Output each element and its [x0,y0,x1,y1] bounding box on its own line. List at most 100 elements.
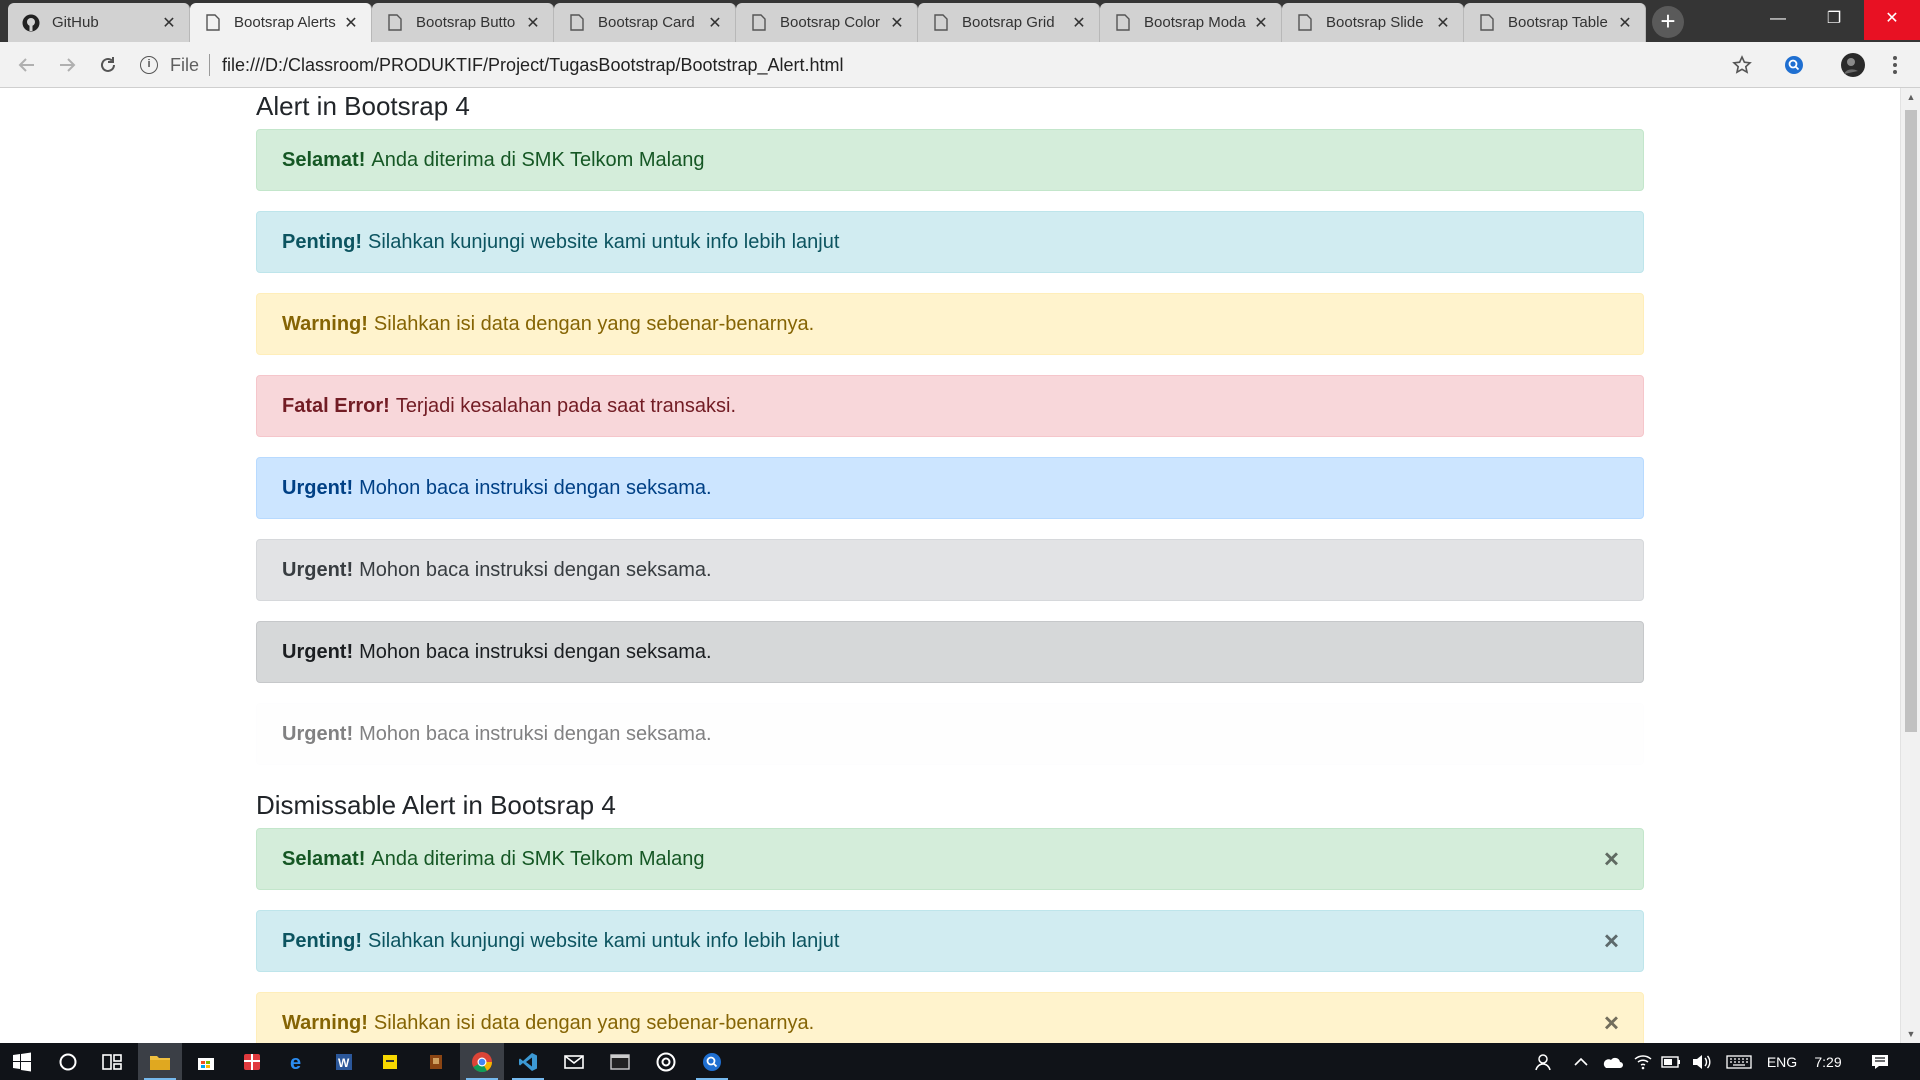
alert-strong: Warning! [282,1011,368,1034]
url-text[interactable]: file:///D:/Classroom/PRODUKTIF/Project/T… [222,55,844,76]
svg-text:e: e [290,1052,301,1072]
file-explorer-icon[interactable] [138,1043,182,1080]
minimize-button[interactable]: — [1750,0,1806,40]
scroll-up-icon[interactable]: ▲ [1901,88,1920,106]
gift-icon[interactable] [230,1043,274,1080]
alert-light: Urgent! Mohon baca instruksi dengan seks… [256,703,1644,765]
notification-icon[interactable] [1860,1043,1900,1080]
start-icon[interactable] [0,1043,44,1080]
dismissable-alert-success: Selamat! Anda diterima di SMK Telkom Mal… [256,828,1644,890]
window-close-button[interactable]: ✕ [1864,0,1920,40]
alert-text: Terjadi kesalahan pada saat transaksi. [395,394,737,417]
profile-avatar[interactable] [1838,50,1868,80]
page-icon [932,14,950,32]
scroll-down-icon[interactable]: ▼ [1901,1025,1920,1043]
edge-icon[interactable]: e [276,1043,320,1080]
menu-icon[interactable] [1880,50,1910,80]
page-icon [1478,14,1496,32]
people-icon[interactable] [1530,1043,1558,1080]
tab-bootstrap-modal[interactable]: Bootsrap Moda ✕ [1100,3,1282,42]
cortana-icon[interactable] [46,1043,90,1080]
tab-label: Bootsrap Slide [1326,14,1424,31]
alert-danger: Fatal Error! Terjadi kesalahan pada saat… [256,375,1644,437]
chrome-icon[interactable] [460,1043,504,1080]
close-icon[interactable]: ✕ [1615,13,1635,33]
page-icon [1296,14,1314,32]
settings-icon[interactable] [644,1043,688,1080]
mail-icon[interactable] [552,1043,596,1080]
github-icon [22,14,40,32]
close-icon[interactable]: ✕ [1251,13,1271,33]
close-icon[interactable]: ✕ [159,13,179,33]
volume-icon[interactable] [1688,1043,1714,1080]
clock[interactable]: 7:29 [1806,1043,1850,1080]
alert-strong: Penting! [282,929,362,952]
divider [209,54,211,76]
svg-text:W: W [338,1056,350,1070]
tab-label: Bootsrap Color [780,14,881,31]
dismissable-alert-warning: Warning! Silahkan isi data dengan yang s… [256,992,1644,1043]
terminal-icon[interactable] [598,1043,642,1080]
tab-bootstrap-alerts[interactable]: Bootsrap Alerts ✕ [190,3,372,42]
restore-button[interactable]: ❐ [1806,0,1862,40]
close-icon[interactable]: ✕ [705,13,725,33]
tab-bootstrap-button[interactable]: Bootsrap Butto ✕ [372,3,554,42]
chevron-up-icon[interactable] [1568,1043,1594,1080]
tab-label: Bootsrap Grid [962,14,1055,31]
search-app-icon[interactable] [690,1043,734,1080]
tab-bootstrap-card[interactable]: Bootsrap Card ✕ [554,3,736,42]
page-icon [568,14,586,32]
close-icon[interactable]: ✕ [523,13,543,33]
store-icon[interactable] [184,1043,228,1080]
alert-text: Silahkan isi data dengan yang sebenar-be… [373,312,815,335]
alert-text: Silahkan kunjungi website kami untuk inf… [368,230,840,253]
section-heading: Alert in Bootsrap 4 [256,91,470,121]
tab-github[interactable]: GitHub ✕ [8,3,190,42]
close-icon[interactable]: ✕ [1433,13,1453,33]
vertical-scrollbar[interactable]: ▲ ▼ [1900,88,1920,1043]
section-heading: Dismissable Alert in Bootsrap 4 [256,790,616,820]
alert-warning: Warning! Silahkan isi data dengan yang s… [256,293,1644,355]
new-tab-button[interactable]: + [1652,6,1684,38]
windows-taskbar: e W ENG 7:29 [0,1043,1920,1080]
alert-text: Mohon baca instruksi dengan seksama. [359,476,712,499]
page-icon [750,14,768,32]
close-icon[interactable]: ✕ [887,13,907,33]
task-view-icon[interactable] [90,1043,134,1080]
onedrive-icon[interactable] [1598,1043,1626,1080]
scroll-thumb[interactable] [1905,110,1917,732]
extension-icon[interactable] [1779,50,1809,80]
alert-text: Anda diterima di SMK Telkom Malang [371,148,705,171]
close-icon[interactable]: ✕ [341,13,361,33]
tab-bootstrap-table[interactable]: Bootsrap Table ✕ [1464,3,1646,42]
address-bar[interactable]: i File file:///D:/Classroom/PRODUKTIF/Pr… [140,47,1760,83]
tab-bootstrap-color[interactable]: Bootsrap Color ✕ [736,3,918,42]
forward-button[interactable] [52,50,82,80]
battery-icon[interactable] [1658,1043,1684,1080]
info-icon[interactable]: i [140,56,158,74]
sticky-notes-icon[interactable] [368,1043,412,1080]
close-icon[interactable]: ✕ [1069,13,1089,33]
page-icon [204,14,222,32]
bookmark-star-icon[interactable] [1727,50,1757,80]
app-icon[interactable] [414,1043,458,1080]
alert-text: Mohon baca instruksi dengan seksama. [359,558,712,581]
tab-bootstrap-slide[interactable]: Bootsrap Slide ✕ [1282,3,1464,42]
page-icon [1114,14,1132,32]
browser-titlebar: GitHub ✕ Bootsrap Alerts ✕ Bootsrap Butt… [0,0,1920,42]
keyboard-icon[interactable] [1722,1043,1756,1080]
tab-label: Bootsrap Alerts [234,14,336,31]
word-icon[interactable]: W [322,1043,366,1080]
close-icon[interactable]: × [1604,844,1619,875]
tab-bootstrap-grid[interactable]: Bootsrap Grid ✕ [918,3,1100,42]
alert-dark: Urgent! Mohon baca instruksi dengan seks… [256,621,1644,683]
alert-strong: Selamat! [282,148,366,171]
back-button[interactable] [12,50,42,80]
wifi-icon[interactable] [1630,1043,1656,1080]
reload-button[interactable] [93,50,123,80]
close-icon[interactable]: × [1604,926,1619,957]
alert-text: Silahkan isi data dengan yang sebenar-be… [373,1011,815,1034]
language-indicator[interactable]: ENG [1762,1043,1802,1080]
close-icon[interactable]: × [1604,1008,1619,1039]
vscode-icon[interactable] [506,1043,550,1080]
